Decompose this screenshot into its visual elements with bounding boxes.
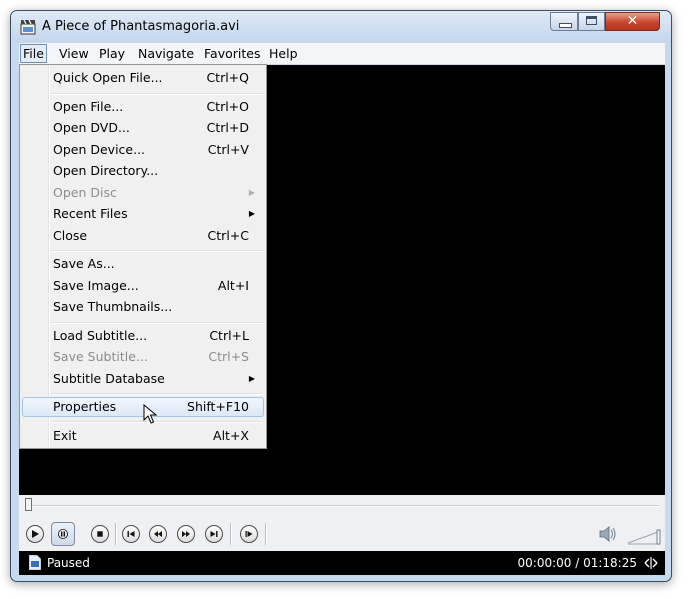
network-icon bbox=[644, 557, 658, 569]
close-icon: ✕ bbox=[626, 13, 639, 29]
menu-item-label: Save Thumbnails... bbox=[53, 299, 173, 314]
maximize-icon bbox=[586, 16, 597, 25]
pause-button[interactable] bbox=[51, 522, 75, 546]
menu-item-label: Open Directory... bbox=[53, 163, 159, 178]
pause-icon bbox=[58, 529, 68, 539]
menu-item-shortcut: Ctrl+Q bbox=[206, 70, 249, 85]
menu-file[interactable]: File bbox=[20, 44, 47, 63]
submenu-arrow-icon: ▶ bbox=[248, 209, 255, 218]
menu-item-save-as[interactable]: Save As... bbox=[22, 254, 264, 274]
close-button[interactable]: ✕ bbox=[605, 12, 660, 31]
maximize-button[interactable] bbox=[578, 12, 605, 31]
file-menu-dropdown: Quick Open File... Ctrl+Q Open File... C… bbox=[19, 64, 267, 449]
menu-item-label: Close bbox=[53, 228, 88, 243]
menu-item-label: Load Subtitle... bbox=[53, 328, 148, 343]
menu-item-shortcut: Ctrl+L bbox=[209, 328, 249, 343]
play-button[interactable] bbox=[26, 525, 44, 543]
menu-item-shortcut: Shift+F10 bbox=[187, 399, 249, 414]
menu-item-open-dvd[interactable]: Open DVD... Ctrl+D bbox=[22, 118, 264, 138]
menu-item-shortcut: Alt+I bbox=[217, 278, 249, 293]
menu-item-subtitle-database[interactable]: Subtitle Database ▶ bbox=[22, 369, 264, 389]
minimize-button[interactable] bbox=[550, 12, 578, 31]
menu-item-close[interactable]: Close Ctrl+C bbox=[22, 226, 264, 246]
submenu-arrow-icon: ▶ bbox=[248, 374, 255, 383]
stop-button[interactable] bbox=[91, 525, 109, 543]
skip-back-icon bbox=[127, 531, 135, 537]
frame-step-button[interactable] bbox=[240, 525, 258, 543]
submenu-arrow-icon: ▶ bbox=[248, 188, 255, 197]
fast-forward-icon bbox=[182, 531, 190, 537]
menu-item-load-subtitle[interactable]: Load Subtitle... Ctrl+L bbox=[22, 326, 264, 346]
menu-separator bbox=[51, 393, 263, 395]
menu-item-label: Recent Files bbox=[53, 206, 128, 221]
separator bbox=[115, 523, 117, 545]
fast-forward-button[interactable] bbox=[177, 525, 195, 543]
menu-item-label: Save Image... bbox=[53, 278, 139, 293]
menu-item-label: Open Device... bbox=[53, 142, 146, 157]
menu-item-label: Properties bbox=[53, 399, 117, 414]
film-clapper-icon[interactable] bbox=[20, 19, 36, 35]
menu-separator bbox=[51, 93, 263, 95]
menu-help[interactable]: Help bbox=[267, 45, 300, 62]
skip-back-button[interactable] bbox=[122, 525, 140, 543]
menu-item-open-directory[interactable]: Open Directory... bbox=[22, 161, 264, 181]
menu-bar: File View Play Navigate Favorites Help bbox=[19, 43, 665, 65]
menu-separator bbox=[51, 421, 263, 423]
menu-item-save-subtitle: Save Subtitle... Ctrl+S bbox=[22, 347, 264, 367]
menu-item-label: Save Subtitle... bbox=[53, 349, 148, 364]
status-text: Paused bbox=[47, 556, 90, 570]
mouse-cursor-icon bbox=[143, 404, 157, 424]
menu-item-shortcut: Ctrl+V bbox=[207, 142, 249, 157]
menu-item-label: Exit bbox=[53, 428, 77, 443]
rewind-icon bbox=[154, 531, 162, 537]
separator bbox=[265, 523, 267, 545]
menu-item-shortcut: Ctrl+C bbox=[207, 228, 249, 243]
minimize-icon bbox=[559, 23, 572, 28]
menu-item-quick-open[interactable]: Quick Open File... Ctrl+Q bbox=[22, 68, 264, 88]
menu-play[interactable]: Play bbox=[97, 45, 127, 62]
seek-bar[interactable] bbox=[19, 495, 665, 517]
menu-item-shortcut: Ctrl+O bbox=[206, 99, 249, 114]
frame-step-icon bbox=[245, 531, 253, 537]
rewind-button[interactable] bbox=[149, 525, 167, 543]
skip-forward-button[interactable] bbox=[205, 525, 223, 543]
menu-item-save-image[interactable]: Save Image... Alt+I bbox=[22, 276, 264, 296]
menu-item-shortcut: Alt+X bbox=[213, 428, 249, 443]
speaker-icon[interactable] bbox=[599, 526, 617, 542]
skip-forward-icon bbox=[210, 531, 218, 537]
title-bar[interactable]: A Piece of Phantasmagoria.avi ✕ bbox=[11, 11, 671, 43]
volume-slider[interactable] bbox=[627, 525, 661, 545]
menu-item-label: Subtitle Database bbox=[53, 371, 165, 386]
menu-favorites[interactable]: Favorites bbox=[202, 45, 262, 62]
window-title: A Piece of Phantasmagoria.avi bbox=[42, 19, 240, 34]
time-display: 00:00:00 / 01:18:25 bbox=[517, 556, 637, 570]
menu-item-open-disc: Open Disc ▶ bbox=[22, 183, 264, 203]
menu-item-label: Open DVD... bbox=[53, 120, 130, 135]
seek-thumb[interactable] bbox=[25, 498, 32, 511]
control-bar bbox=[19, 517, 665, 551]
menu-item-label: Quick Open File... bbox=[53, 70, 163, 85]
seek-track[interactable] bbox=[25, 505, 659, 507]
menu-item-recent-files[interactable]: Recent Files ▶ bbox=[22, 204, 264, 224]
menu-view[interactable]: View bbox=[57, 45, 91, 62]
menu-item-shortcut: Ctrl+S bbox=[208, 349, 249, 364]
separator bbox=[230, 523, 232, 545]
menu-item-open-device[interactable]: Open Device... Ctrl+V bbox=[22, 140, 264, 160]
file-icon bbox=[29, 555, 41, 570]
status-bar: Paused 00:00:00 / 01:18:25 bbox=[19, 551, 665, 575]
stop-icon bbox=[97, 531, 103, 537]
menu-item-label: Open Disc bbox=[53, 185, 117, 200]
menu-item-shortcut: Ctrl+D bbox=[206, 120, 249, 135]
menu-separator bbox=[51, 250, 263, 252]
menu-item-open-file[interactable]: Open File... Ctrl+O bbox=[22, 97, 264, 117]
menu-navigate[interactable]: Navigate bbox=[136, 45, 196, 62]
menu-separator bbox=[51, 322, 263, 324]
play-icon bbox=[32, 530, 39, 538]
menu-item-label: Save As... bbox=[53, 256, 115, 271]
menu-item-exit[interactable]: Exit Alt+X bbox=[22, 426, 264, 446]
menu-item-save-thumbnails[interactable]: Save Thumbnails... bbox=[22, 297, 264, 317]
menu-item-label: Open File... bbox=[53, 99, 124, 114]
